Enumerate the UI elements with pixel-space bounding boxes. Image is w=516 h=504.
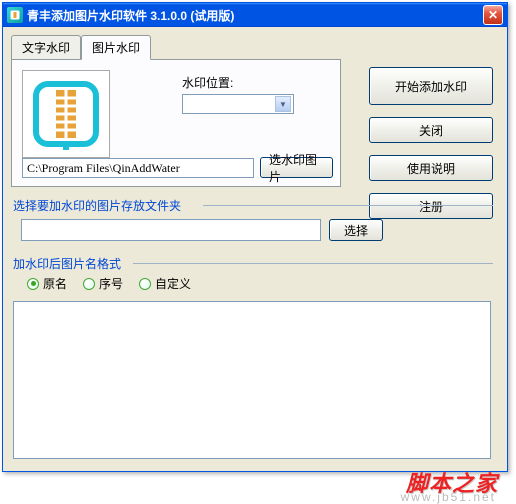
help-button[interactable]: 使用说明	[369, 155, 493, 181]
watermark-position-select[interactable]: ▼	[182, 94, 294, 114]
chevron-down-icon: ▼	[275, 96, 291, 112]
action-buttons: 开始添加水印 关闭 使用说明 注册	[369, 67, 493, 219]
start-add-watermark-button[interactable]: 开始添加水印	[369, 67, 493, 105]
watermark-preview	[22, 70, 110, 158]
watermark-path-input[interactable]	[22, 158, 254, 178]
radio-label: 自定义	[155, 275, 191, 292]
output-listbox[interactable]	[13, 301, 491, 459]
client-area: 文字水印 图片水印 水印位置: ▼	[3, 27, 507, 471]
radio-custom[interactable]: 自定义	[139, 275, 191, 292]
radio-sequence[interactable]: 序号	[83, 275, 123, 292]
window-title: 青丰添加图片水印软件 3.1.0.0 (试用版)	[27, 7, 483, 24]
tab-image-watermark[interactable]: 图片水印	[81, 35, 151, 60]
separator	[203, 205, 493, 206]
radio-icon	[139, 278, 151, 290]
radio-icon	[83, 278, 95, 290]
image-watermark-panel: 水印位置: ▼ 选水印图片	[11, 59, 341, 187]
app-window: 青丰添加图片水印软件 3.1.0.0 (试用版) ✕ 文字水印 图片水印	[2, 2, 508, 472]
filename-format-radios: 原名 序号 自定义	[27, 275, 191, 292]
folder-path-input[interactable]	[21, 219, 321, 241]
register-button[interactable]: 注册	[369, 193, 493, 219]
watermark-position-label: 水印位置:	[182, 74, 233, 91]
select-folder-button[interactable]: 选择	[329, 219, 383, 241]
tab-text-watermark[interactable]: 文字水印	[11, 35, 81, 59]
format-group-label: 加水印后图片名格式	[13, 255, 121, 272]
site-url: www.jb51.net	[401, 490, 496, 504]
close-button[interactable]: 关闭	[369, 117, 493, 143]
folder-group-label: 选择要加水印的图片存放文件夹	[13, 197, 181, 214]
radio-icon	[27, 278, 39, 290]
select-watermark-image-button[interactable]: 选水印图片	[260, 157, 333, 178]
radio-label: 原名	[43, 275, 67, 292]
titlebar: 青丰添加图片水印软件 3.1.0.0 (试用版) ✕	[3, 3, 507, 27]
radio-original-name[interactable]: 原名	[27, 275, 67, 292]
radio-label: 序号	[99, 275, 123, 292]
close-icon[interactable]: ✕	[483, 5, 503, 25]
separator	[133, 263, 493, 264]
tab-bar: 文字水印 图片水印	[11, 35, 499, 59]
app-icon	[7, 7, 23, 23]
